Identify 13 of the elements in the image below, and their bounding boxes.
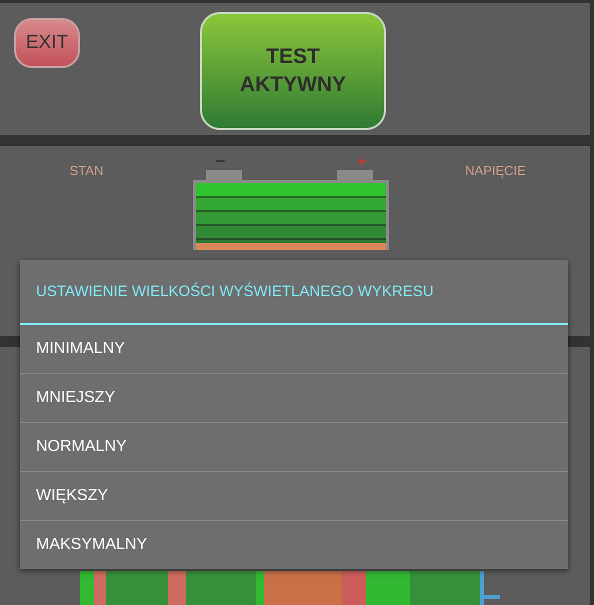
menu-option[interactable]: WIĘKSZY bbox=[20, 471, 568, 520]
dialog-title: USTAWIENIE WIELKOŚCI WYŚWIETLANEGO WYKRESU bbox=[20, 260, 568, 325]
minus-sign: − bbox=[215, 152, 226, 170]
state-label: STAN bbox=[70, 163, 104, 178]
menu-option[interactable]: MINIMALNY bbox=[20, 325, 568, 373]
plus-sign: + bbox=[356, 152, 367, 170]
voltage-label: NAPIĘCIE bbox=[465, 163, 526, 178]
menu-option[interactable]: MNIEJSZY bbox=[20, 373, 568, 422]
test-button[interactable]: TEST AKTYWNY bbox=[200, 12, 386, 130]
menu-option[interactable]: MAKSYMALNY bbox=[20, 520, 568, 569]
axis-drawing bbox=[480, 571, 502, 605]
exit-button[interactable]: EXIT bbox=[14, 18, 80, 68]
menu-option[interactable]: NORMALNY bbox=[20, 422, 568, 471]
